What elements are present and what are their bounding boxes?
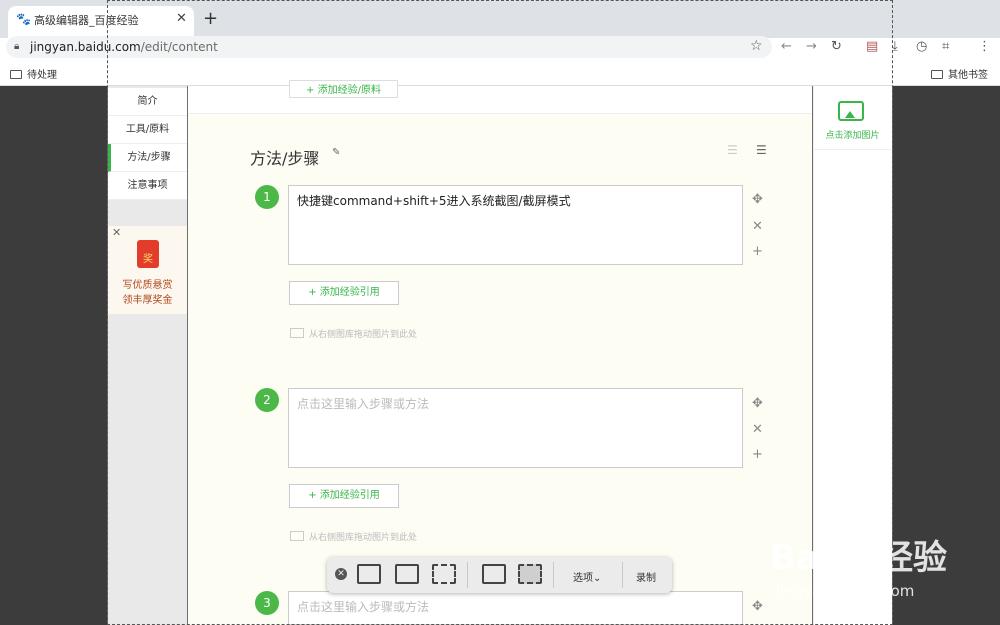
chevron-down-icon: ⌄ — [593, 573, 602, 584]
capture-selection-icon[interactable] — [432, 564, 456, 584]
folder-icon — [931, 70, 943, 79]
bookmark-other[interactable]: 其他书签 — [931, 66, 988, 81]
toolbar-divider — [467, 562, 468, 588]
options-dropdown[interactable]: 选项⌄ — [573, 569, 601, 584]
toolbar-divider — [622, 562, 623, 588]
toolbar-divider — [553, 562, 554, 588]
capture-window-icon[interactable] — [395, 564, 419, 584]
bookmark-pending[interactable]: 待处理 — [10, 66, 57, 81]
record-screen-icon[interactable] — [482, 564, 506, 584]
baidu-paw-icon: 🐾 — [16, 12, 31, 26]
watermark-url: jingyan.baidu.com — [776, 582, 915, 600]
history-icon[interactable]: ◷ — [916, 39, 927, 54]
capture-screen-icon[interactable] — [357, 564, 381, 584]
folder-icon — [10, 70, 22, 79]
menu-icon[interactable]: ⋮ — [978, 39, 991, 54]
record-button[interactable]: 录制 — [636, 569, 656, 584]
watermark-logo: Baidu经验 — [770, 538, 948, 578]
crop-icon[interactable]: ⌗ — [942, 39, 949, 54]
lock-icon[interactable]: 🔒︎ — [14, 41, 19, 52]
close-toolbar-icon[interactable]: ✕ — [335, 568, 347, 580]
overlay-left — [0, 86, 107, 625]
record-selection-icon[interactable] — [518, 564, 542, 584]
